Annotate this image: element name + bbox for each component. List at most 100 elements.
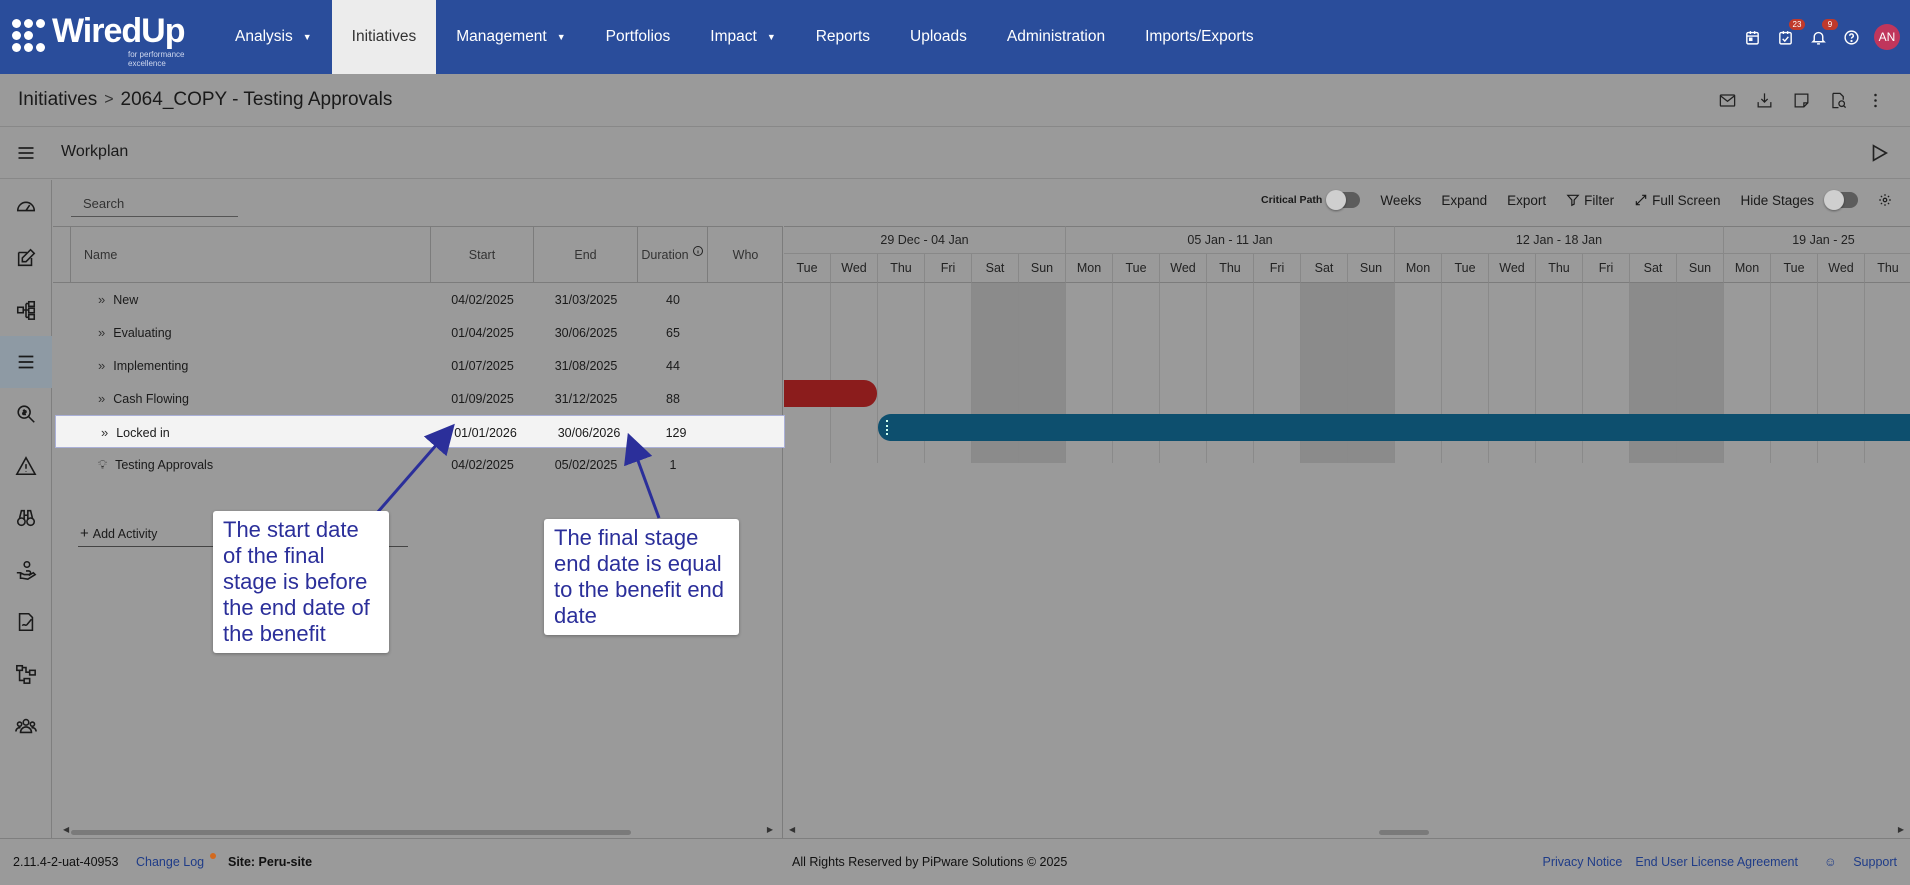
nav-item-portfolios[interactable]: Portfolios: [586, 0, 691, 74]
column-header-end[interactable]: End: [534, 227, 638, 283]
row-start[interactable]: 04/02/2025: [431, 283, 534, 316]
menu-icon[interactable]: [16, 143, 36, 163]
filter-button[interactable]: Filter: [1566, 193, 1614, 208]
sidebar-item-review[interactable]: [0, 388, 52, 440]
row-duration[interactable]: 40: [638, 283, 708, 316]
row-start[interactable]: 04/02/2025: [431, 448, 534, 481]
sidebar-item-workflow[interactable]: [0, 648, 52, 700]
sidebar-item-monitor[interactable]: [0, 492, 52, 544]
sidebar-item-workplan[interactable]: [0, 336, 52, 388]
more-vertical-icon[interactable]: [1857, 88, 1894, 112]
row-start[interactable]: 01/09/2025: [431, 382, 534, 415]
row-duration[interactable]: 44: [638, 349, 708, 382]
breadcrumb-root[interactable]: Initiatives: [18, 89, 97, 111]
sidebar-item-team[interactable]: [0, 700, 52, 752]
user-avatar[interactable]: AN: [1874, 24, 1900, 50]
wiredup-logo[interactable]: WiredUp for performance excellence: [10, 12, 200, 68]
row-duration[interactable]: 1: [638, 448, 708, 481]
export-button[interactable]: Export: [1507, 193, 1546, 208]
nav-item-management[interactable]: Management ▼: [436, 0, 585, 74]
weeks-button[interactable]: Weeks: [1380, 193, 1421, 208]
eula-link[interactable]: End User License Agreement: [1635, 855, 1798, 869]
column-header-who[interactable]: Who: [708, 227, 783, 283]
row-duration[interactable]: 65: [638, 316, 708, 349]
nav-item-impact[interactable]: Impact ▼: [690, 0, 795, 74]
mail-icon[interactable]: [1709, 88, 1746, 112]
nav-item-label: Impact: [710, 28, 757, 45]
column-header-name[interactable]: Name: [71, 227, 431, 283]
privacy-link[interactable]: Privacy Notice: [1542, 855, 1622, 869]
table-row[interactable]: » Cash Flowing 01/09/2025 31/12/2025 88: [53, 382, 783, 415]
row-end[interactable]: 30/06/2026: [537, 416, 641, 449]
row-duration[interactable]: 129: [641, 416, 711, 449]
double-chevron-icon[interactable]: »: [98, 325, 105, 340]
sidebar-item-edit[interactable]: [0, 232, 52, 284]
sidebar-item-risks[interactable]: [0, 440, 52, 492]
nav-item-analysis[interactable]: Analysis ▼: [215, 0, 332, 74]
nav-item-label: Analysis: [235, 28, 293, 45]
row-end[interactable]: 31/12/2025: [534, 382, 638, 415]
filter-label: Filter: [1584, 192, 1615, 208]
row-end[interactable]: 05/02/2025: [534, 448, 638, 481]
play-icon[interactable]: [1868, 142, 1890, 164]
table-row[interactable]: » Locked in 01/01/2026 30/06/2026 129: [55, 415, 785, 448]
settings-button[interactable]: [1878, 193, 1896, 207]
nav-item-initiatives[interactable]: Initiatives: [331, 0, 437, 74]
lightbulb-icon[interactable]: 💡︎: [98, 457, 107, 473]
double-chevron-icon[interactable]: »: [98, 358, 105, 373]
double-chevron-icon[interactable]: »: [98, 292, 105, 307]
info-icon[interactable]: [692, 245, 704, 257]
row-start[interactable]: 01/04/2025: [431, 316, 534, 349]
table-row[interactable]: » Implementing 01/07/2025 31/08/2025 44: [53, 349, 783, 382]
help-icon[interactable]: [1835, 0, 1868, 74]
support-link[interactable]: ☺ Support: [1811, 855, 1897, 869]
table-row[interactable]: » New 04/02/2025 31/03/2025 40: [53, 283, 783, 316]
nav-item-imports-exports[interactable]: Imports/Exports: [1125, 0, 1274, 74]
column-header-start[interactable]: Start: [431, 227, 534, 283]
change-log-link[interactable]: Change Log: [136, 855, 204, 869]
table-row[interactable]: » Evaluating 01/04/2025 30/06/2025 65: [53, 316, 783, 349]
row-duration[interactable]: 88: [638, 382, 708, 415]
note-icon[interactable]: [1783, 88, 1820, 112]
calendar-icon[interactable]: [1736, 0, 1769, 74]
row-end[interactable]: 31/08/2025: [534, 349, 638, 382]
callout-start-date: The start date of the final stage is bef…: [213, 511, 389, 653]
expand-button[interactable]: Expand: [1441, 193, 1487, 208]
sidebar-item-structure[interactable]: [0, 284, 52, 336]
gantt-scrollbar[interactable]: ◀ ▶: [789, 825, 1904, 836]
sidebar-item-benefits[interactable]: [0, 544, 52, 596]
double-chevron-icon[interactable]: »: [101, 425, 108, 440]
sidebar-item-approvals[interactable]: [0, 596, 52, 648]
footer: 2.11.4-2-uat-40953 Change Log Site: Peru…: [0, 838, 1910, 885]
drag-handle-icon[interactable]: [886, 420, 889, 435]
document-search-icon[interactable]: [1820, 88, 1857, 112]
bell-icon[interactable]: 9: [1802, 0, 1838, 74]
grid-scrollbar[interactable]: ◀ ▶: [63, 825, 773, 836]
nav-item-administration[interactable]: Administration: [987, 0, 1125, 74]
nav-item-uploads[interactable]: Uploads: [890, 0, 987, 74]
full-screen-button[interactable]: Full Screen: [1634, 193, 1720, 208]
hierarchy-icon: [16, 300, 36, 320]
nav-item-reports[interactable]: Reports: [796, 0, 890, 74]
search-input[interactable]: Search: [71, 190, 238, 217]
critical-path-toggle[interactable]: [1326, 190, 1361, 210]
row-start[interactable]: 01/01/2026: [434, 416, 537, 449]
column-header-duration[interactable]: Duration: [638, 227, 708, 283]
download-icon[interactable]: [1746, 88, 1783, 112]
gantt-day-header: Sun: [1019, 254, 1066, 283]
gantt-bar-cash-flowing[interactable]: [784, 380, 877, 407]
top-navigation-bar: WiredUp for performance excellence Analy…: [0, 0, 1910, 74]
table-row[interactable]: 💡︎ Testing Approvals 04/02/2025 05/02/2025 1: [53, 448, 783, 481]
main-nav: Analysis ▼ Initiatives Management ▼ Portfolio…: [215, 0, 1274, 74]
toolbar-actions: Critical Path Weeks Expand Export Filter…: [1241, 190, 1896, 210]
gantt-day-header: Wed: [831, 254, 878, 283]
double-chevron-icon[interactable]: »: [98, 391, 105, 406]
sidebar-item-dashboard[interactable]: [0, 180, 52, 232]
copyright: All Rights Reserved by PiPware Solutions…: [792, 855, 1068, 869]
gantt-bar-locked-in[interactable]: [878, 414, 1910, 441]
row-start[interactable]: 01/07/2025: [431, 349, 534, 382]
hide-stages-toggle[interactable]: [1824, 190, 1858, 210]
row-end[interactable]: 30/06/2025: [534, 316, 638, 349]
row-end[interactable]: 31/03/2025: [534, 283, 638, 316]
tasks-icon[interactable]: 23: [1769, 0, 1805, 74]
